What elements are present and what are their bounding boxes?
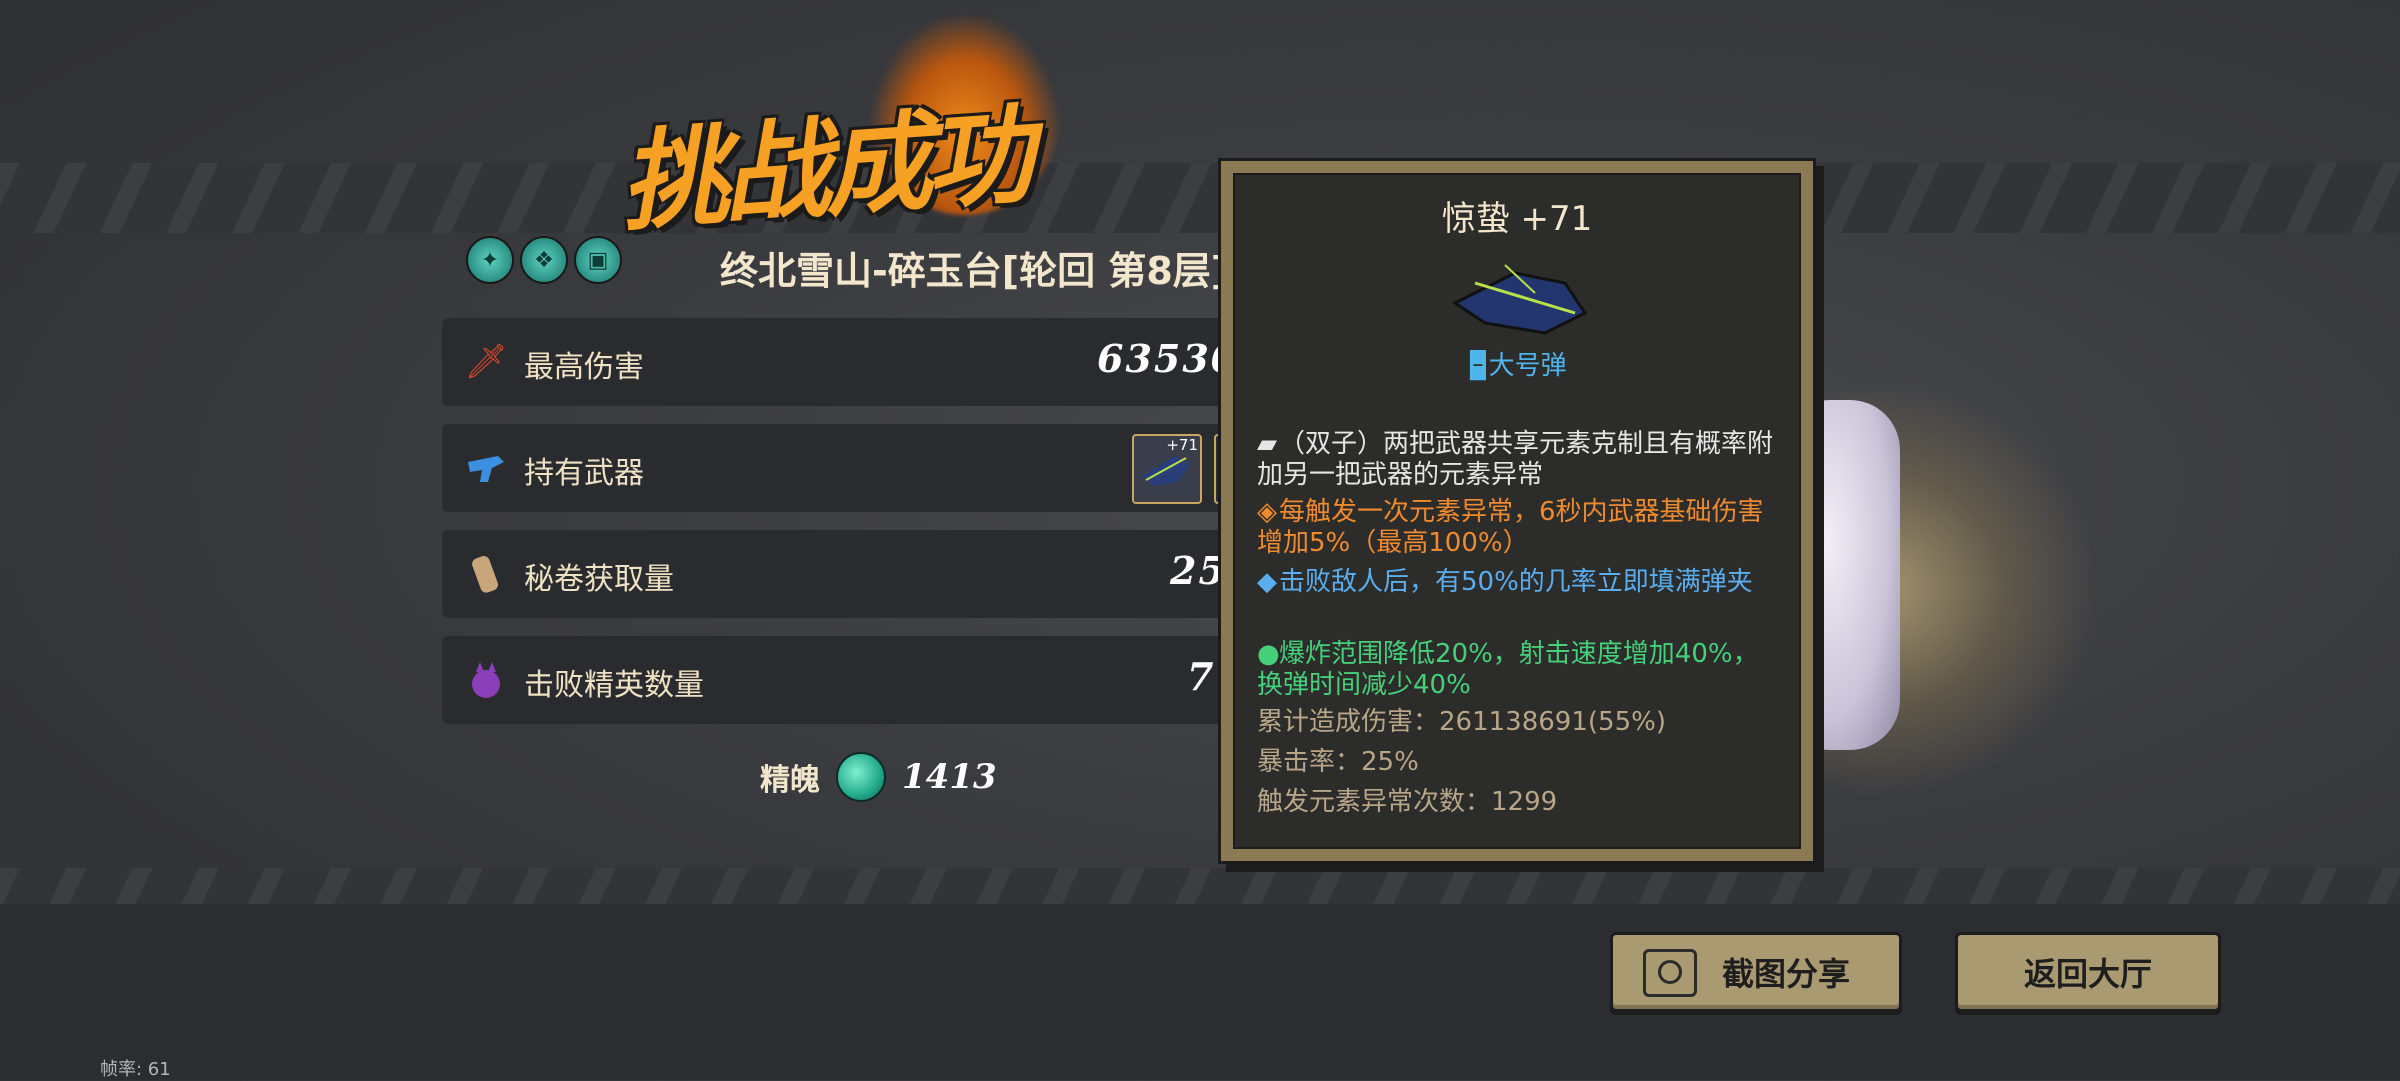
weapon-name: 惊蛰 +71 xyxy=(1441,199,1593,239)
stat-row-elites: 击败精英数量 7 xyxy=(442,636,1242,724)
bullet-icon: 🁢 xyxy=(1467,351,1489,381)
share-label: 截图分享 xyxy=(1721,955,1850,993)
essence-gem-icon xyxy=(836,752,886,802)
demon-icon xyxy=(464,658,508,702)
essence-label: 精魄 xyxy=(760,763,820,798)
essence-value: 1413 xyxy=(902,757,997,797)
ammo-label: 大号弹 xyxy=(1488,351,1567,381)
tooltip-line: ◆击败敌人后，有50%的几率立即填满弹夹 xyxy=(1257,567,1781,598)
line-marker: ◆ xyxy=(1257,567,1277,597)
screenshot-share-button[interactable]: 截图分享 xyxy=(1610,932,1902,1012)
camera-icon xyxy=(1643,949,1697,997)
fps-counter: 帧率: 61 xyxy=(100,1059,171,1080)
stat-label: 秘卷获取量 xyxy=(524,562,674,597)
decor-band-bottom xyxy=(0,868,2400,904)
gun-icon xyxy=(464,446,508,490)
stat-value: 7 xyxy=(1187,654,1216,699)
stat-row-scrolls: 秘卷获取量 25 xyxy=(442,530,1242,618)
return-lobby-button[interactable]: 返回大厅 xyxy=(1955,932,2221,1012)
decor-band-top xyxy=(0,163,2400,233)
buff-badge-icon[interactable]: ✦ xyxy=(466,236,514,284)
stat-label: 累计造成伤害： xyxy=(1257,707,1440,737)
buff-badge-icon[interactable]: ▣ xyxy=(574,236,622,284)
essence-reward: 精魄 1413 xyxy=(760,752,997,802)
stat-row-weapons: 持有武器 +71 xyxy=(442,424,1244,512)
tooltip-stat: 暴击率：25% xyxy=(1257,747,1781,778)
tooltip-stat: 触发元素异常次数：1299 xyxy=(1257,787,1781,818)
stat-label: 击败精英数量 xyxy=(524,668,704,703)
stat-row-max-damage: 🗡 最高伤害 63530 xyxy=(442,318,1242,406)
buff-badges: ✦ ❖ ▣ xyxy=(466,236,622,284)
stage-name: 终北雪山-碎玉台[轮回 第8层] xyxy=(720,249,1229,293)
line-text: 击败敌人后，有50%的几率立即填满弹夹 xyxy=(1279,567,1753,597)
back-label: 返回大厅 xyxy=(2023,955,2152,993)
tooltip-line: ◈每触发一次元素异常，6秒内武器基础伤害增加5%（最高100%） xyxy=(1257,497,1781,559)
line-text: 每触发一次元素异常，6秒内武器基础伤害增加5%（最高100%） xyxy=(1257,497,1764,558)
line-marker: ◈ xyxy=(1257,497,1277,527)
line-marker: ● xyxy=(1257,639,1280,669)
line-text: 爆炸范围降低20%，射击速度增加40%，换弹时间减少40% xyxy=(1257,639,1759,700)
tooltip-stat: 累计造成伤害：261138691(55%) xyxy=(1257,707,1781,738)
tooltip-inner: 惊蛰 +71 🁢大号弹 ▰（双子）两把武器共享元素克制且有概率附加另一把武器的元… xyxy=(1233,173,1801,849)
crossbow-icon xyxy=(1452,264,1588,335)
line-marker: ▰ xyxy=(1257,429,1277,459)
stat-label: 最高伤害 xyxy=(524,350,644,385)
stat-label: 持有武器 xyxy=(524,456,644,491)
buff-badge-icon[interactable]: ❖ xyxy=(520,236,568,284)
ammo-type: 🁢大号弹 xyxy=(1235,345,1799,382)
stat-value: 261138691(55%) xyxy=(1439,707,1666,737)
stat-label: 触发元素异常次数： xyxy=(1257,787,1492,817)
stat-label: 暴击率： xyxy=(1257,747,1362,777)
dagger-icon: 🗡 xyxy=(464,342,508,382)
tooltip-line: ●爆炸范围降低20%，射击速度增加40%，换弹时间减少40% xyxy=(1257,639,1781,701)
tooltip-line: ▰（双子）两把武器共享元素克制且有概率附加另一把武器的元素异常 xyxy=(1257,429,1781,491)
weapon-tooltip: 惊蛰 +71 🁢大号弹 ▰（双子）两把武器共享元素克制且有概率附加另一把武器的元… xyxy=(1218,158,1816,864)
weapon-level: +71 xyxy=(1166,436,1198,454)
line-text: （双子）两把武器共享元素克制且有概率附加另一把武器的元素异常 xyxy=(1257,429,1774,490)
weapon-slot[interactable]: +71 xyxy=(1132,434,1202,504)
stat-value: 1299 xyxy=(1491,787,1558,817)
stat-value: 25% xyxy=(1361,747,1419,777)
scroll-icon xyxy=(464,552,508,596)
